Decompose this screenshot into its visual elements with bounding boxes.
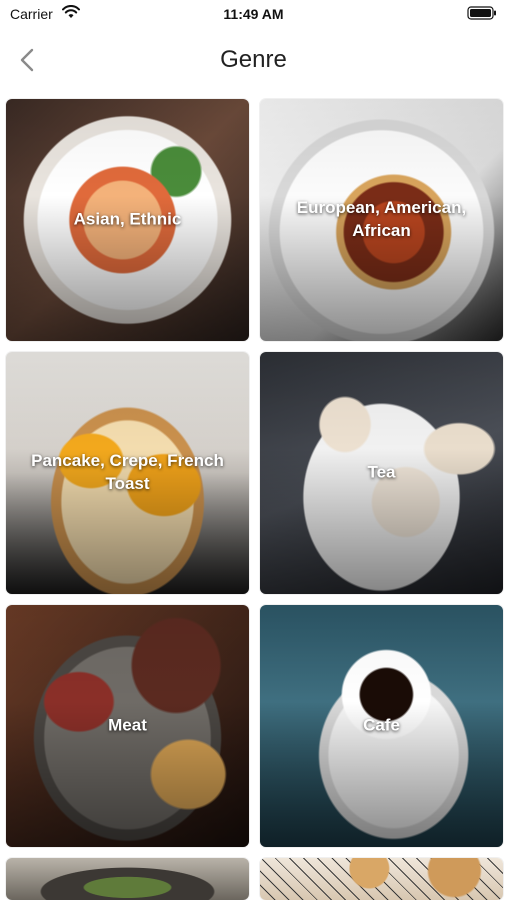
genre-tile-european-american-african[interactable]: European, American, African [260, 99, 503, 341]
tile-image [260, 858, 503, 900]
nav-bar: Genre [0, 36, 507, 84]
genre-label: Cafe [363, 715, 400, 735]
genre-label: Tea [367, 462, 396, 482]
genre-label: Meat [108, 715, 147, 735]
genre-tile-tea[interactable]: Tea [260, 352, 503, 594]
status-time: 11:49 AM [223, 6, 284, 22]
genre-label: European, American, African [296, 198, 467, 240]
battery-icon [467, 6, 496, 20]
genre-label: Asian, Ethnic [73, 209, 182, 229]
genre-tile-partial-right[interactable] [260, 858, 503, 900]
page-title: Genre [220, 46, 287, 73]
status-bar: Carrier 11:49 AM [0, 0, 507, 30]
tile-image [6, 858, 249, 900]
genre-tile-cafe[interactable]: Cafe [260, 605, 503, 847]
genre-label: Pancake, Crepe, French Toast [31, 451, 224, 493]
genre-tile-pancake-crepe-french-toast[interactable]: Pancake, Crepe, French Toast [6, 352, 249, 594]
genre-tile-partial-left[interactable] [6, 858, 249, 900]
genre-tile-meat[interactable]: Meat [6, 605, 249, 847]
genre-tile-asian-ethnic[interactable]: Asian, Ethnic [6, 99, 249, 341]
